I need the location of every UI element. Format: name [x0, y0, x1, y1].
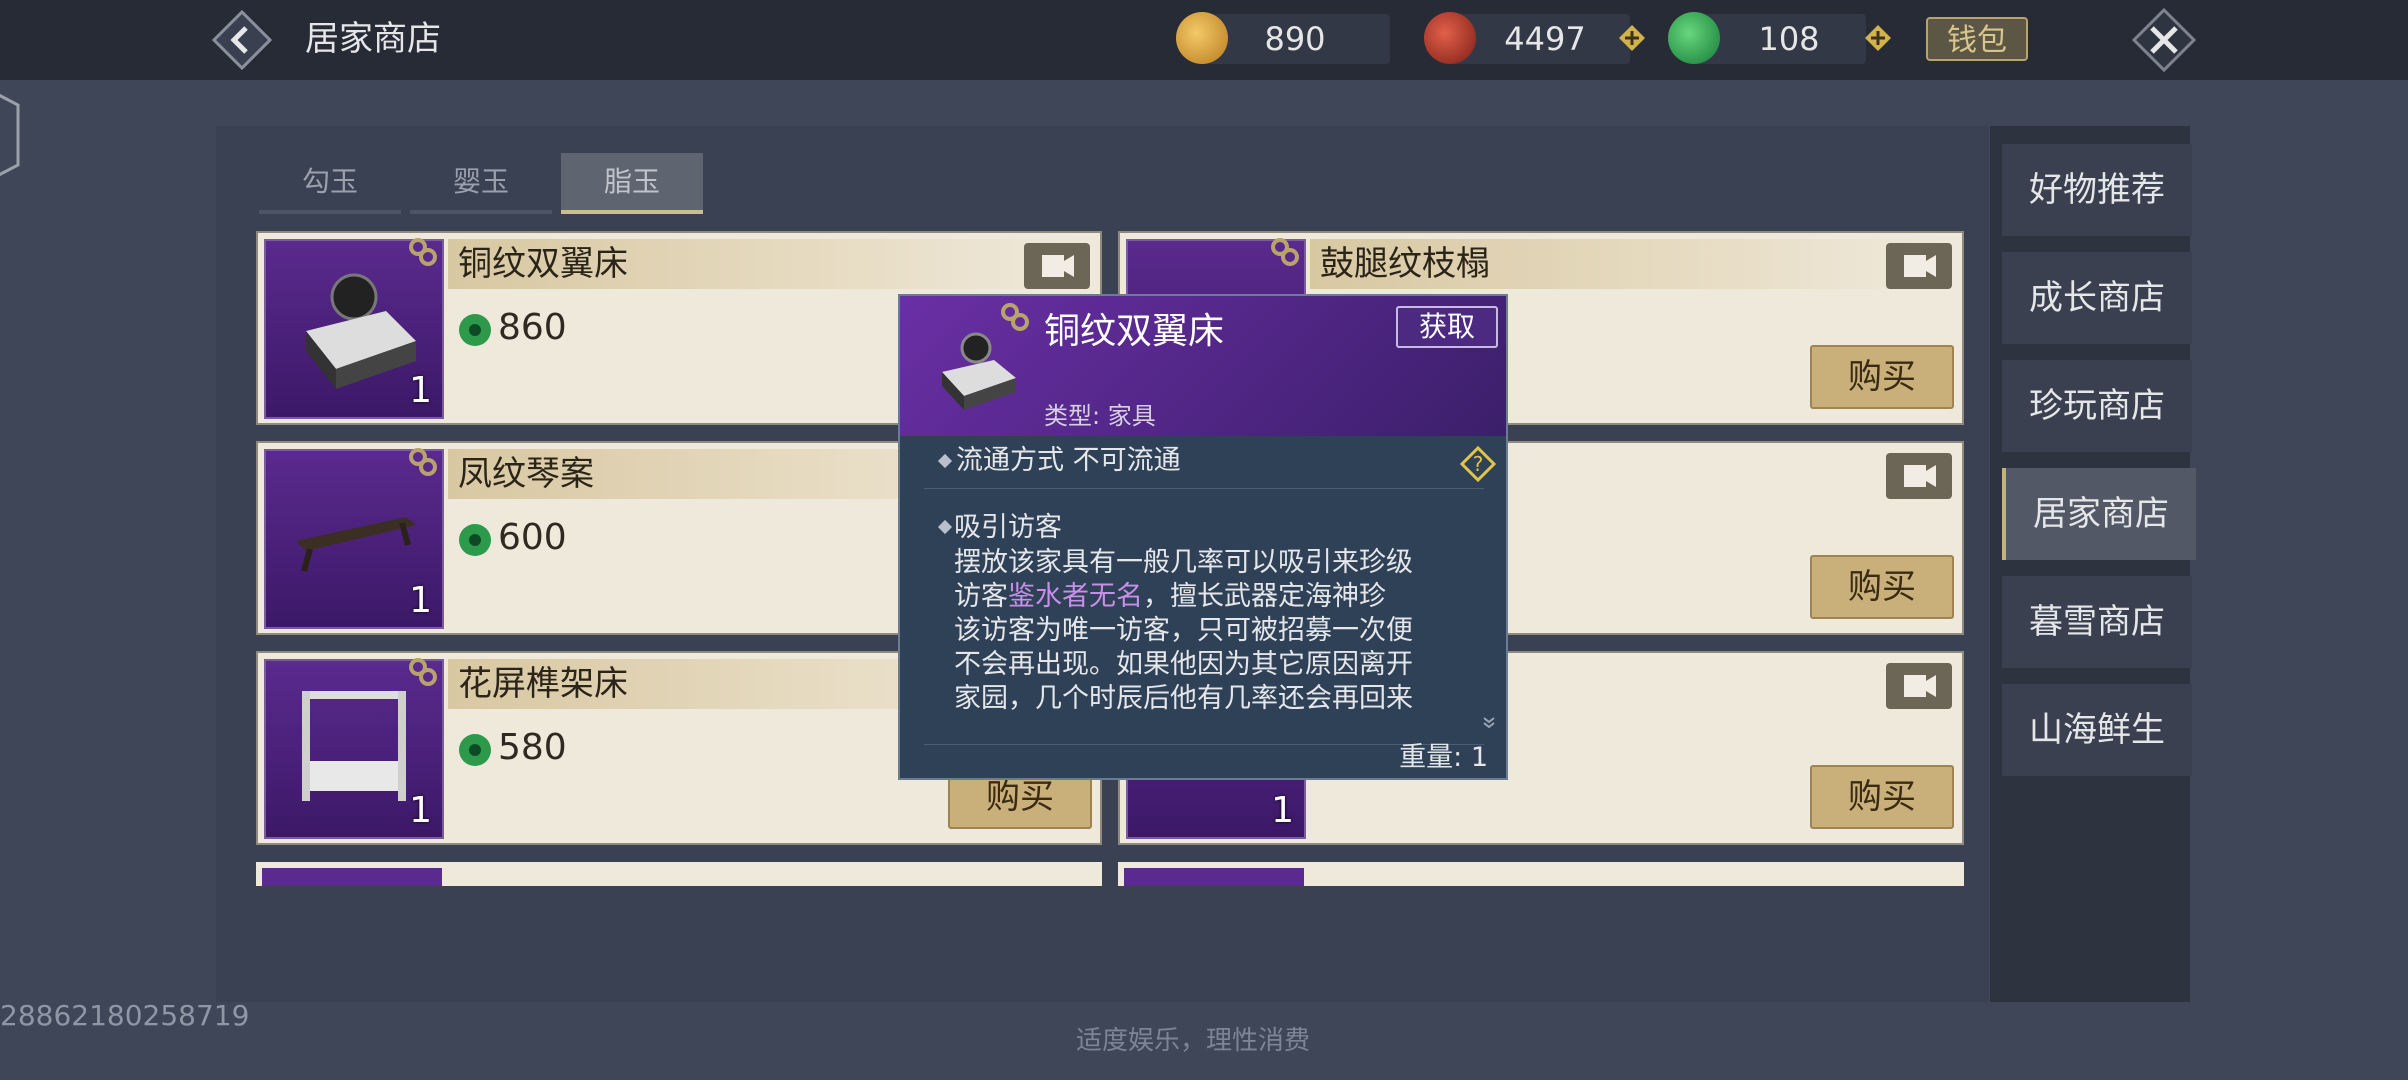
popup-weight: 重量: 1: [1399, 742, 1488, 773]
tab-underline: [259, 210, 401, 214]
tab-zhiyu[interactable]: 脂玉: [561, 153, 703, 213]
popup-desc-line: 摆放该家具有一般几率可以吸引来珍级: [954, 547, 1413, 578]
visitor-name-highlight: 鉴水者无名: [1008, 581, 1143, 612]
green-jade-icon: [456, 311, 494, 349]
svg-text:?: ?: [1473, 452, 1484, 476]
sidebar-item-growth-shop[interactable]: 成长商店: [2002, 252, 2192, 344]
item-quantity: 1: [409, 790, 432, 831]
preview-camera-icon[interactable]: [1886, 243, 1952, 289]
currency-green-value: 108: [1758, 20, 1820, 58]
link-icon: [408, 447, 438, 477]
popup-visitor-title: 吸引访客: [954, 512, 1062, 543]
item-quantity: 1: [409, 580, 432, 621]
player-id: 28862180258719: [0, 999, 250, 1032]
item-price: 580: [498, 727, 567, 768]
tab-underline: [410, 210, 552, 214]
link-icon: [1270, 237, 1300, 267]
currency-red-value: 4497: [1504, 20, 1586, 58]
close-icon: [2131, 7, 2197, 73]
green-jade-icon: [456, 521, 494, 559]
currency-gold-value: 890: [1264, 20, 1326, 58]
sidebar-item-muxue-shop[interactable]: 暮雪商店: [2002, 576, 2192, 668]
sidebar-item-home-shop[interactable]: 居家商店: [2002, 468, 2196, 560]
sidebar-item-shanhai-shop[interactable]: 山海鲜生: [2002, 684, 2192, 776]
add-red-currency-icon[interactable]: [1618, 24, 1646, 52]
get-button[interactable]: 获取: [1396, 306, 1498, 348]
popup-desc-line: 访客鉴水者无名，擅长武器定海神珍: [954, 581, 1386, 612]
link-icon: [408, 657, 438, 687]
link-icon: [1000, 302, 1030, 336]
close-button[interactable]: [2130, 6, 2198, 74]
health-notice: 适度娱乐，理性消费: [1076, 1026, 1311, 1056]
popup-desc-line: 不会再出现。如果他因为其它原因离开: [954, 649, 1413, 680]
item-price: 600: [498, 517, 567, 558]
add-green-currency-icon[interactable]: [1864, 24, 1892, 52]
item-price: 860: [498, 307, 567, 348]
sidebar-item-treasure-shop[interactable]: 珍玩商店: [2002, 360, 2192, 452]
red-jade-icon: [1424, 12, 1476, 64]
buy-button[interactable]: 购买: [1810, 345, 1954, 409]
scroll-down-icon[interactable]: [1482, 714, 1496, 729]
help-icon[interactable]: ?: [1459, 445, 1497, 483]
tab-underline-active: [561, 210, 703, 214]
gold-jade-icon: [1176, 12, 1228, 64]
item-name: 花屏榫架床: [458, 664, 628, 704]
item-name: 鼓腿纹枝榻: [1320, 244, 1490, 284]
page-title: 居家商店: [305, 19, 441, 59]
item-name: 凤纹琴案: [458, 454, 594, 494]
item-name: 铜纹双翼床: [458, 244, 628, 284]
preview-camera-icon[interactable]: [1886, 663, 1952, 709]
buy-button[interactable]: 购买: [1810, 765, 1954, 829]
back-arrow-icon: [211, 9, 273, 71]
link-icon: [408, 237, 438, 267]
popup-desc-line: 家园，几个时辰后他有几率还会再回来: [954, 683, 1413, 714]
item-quantity: 1: [409, 370, 432, 411]
item-thumbnail: [262, 868, 442, 886]
sidebar-item-recommended[interactable]: 好物推荐: [2002, 144, 2192, 236]
popup-divider: [924, 488, 1484, 489]
popup-type: 类型: 家具: [1044, 402, 1156, 430]
bullet-icon: [937, 453, 953, 469]
preview-camera-icon[interactable]: [1024, 243, 1090, 289]
item-detail-popup: 铜纹双翼床 获取 类型: 家具 流通方式 不可流通 ? 吸引访客 摆放该家具有一…: [898, 294, 1508, 780]
back-button[interactable]: [210, 8, 274, 72]
left-edge-decoration: [0, 80, 20, 190]
popup-flow-text: 流通方式 不可流通: [956, 445, 1181, 476]
buy-button[interactable]: 购买: [1810, 555, 1954, 619]
item-quantity: 1: [1271, 790, 1294, 831]
item-card-partial[interactable]: [256, 862, 1102, 886]
green-jade-icon: [1668, 12, 1720, 64]
item-thumbnail: [1124, 868, 1304, 886]
tab-gouyu[interactable]: 勾玉: [259, 153, 401, 213]
bullet-icon: [937, 519, 953, 535]
tab-yingyu[interactable]: 婴玉: [410, 153, 552, 213]
wallet-button[interactable]: 钱包: [1926, 17, 2028, 61]
popup-title: 铜纹双翼床: [1044, 311, 1225, 352]
popup-desc-line: 该访客为唯一访客，只可被招募一次便: [954, 615, 1413, 646]
green-jade-icon: [456, 731, 494, 769]
item-card-partial[interactable]: [1118, 862, 1964, 886]
preview-camera-icon[interactable]: [1886, 453, 1952, 499]
